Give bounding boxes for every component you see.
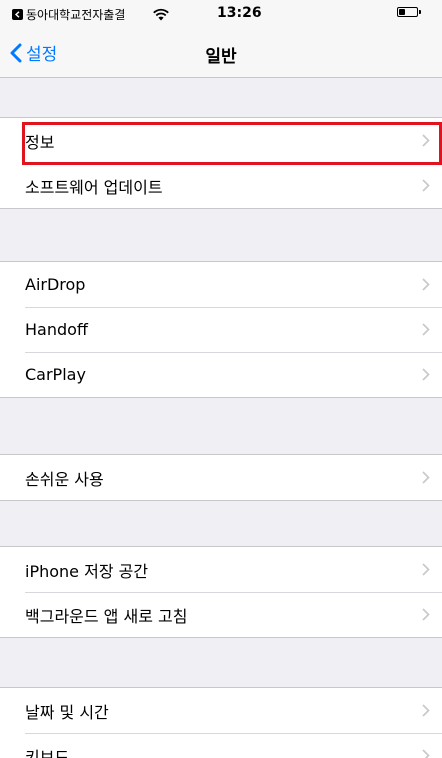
row-iphone-storage[interactable]: iPhone 저장 공간 <box>0 547 442 592</box>
back-app-icon <box>12 9 23 20</box>
row-label: CarPlay <box>25 365 86 384</box>
chevron-right-icon <box>422 471 430 484</box>
section-about-update: 정보 소프트웨어 업데이트 <box>0 117 442 209</box>
chevron-right-icon <box>422 704 430 717</box>
battery-icon <box>397 7 418 17</box>
battery-tip <box>419 10 421 14</box>
row-date-time[interactable]: 날짜 및 시간 <box>0 688 442 733</box>
row-label: 날짜 및 시간 <box>25 702 109 722</box>
wifi-icon <box>152 6 170 25</box>
chevron-right-icon <box>422 179 430 192</box>
row-keyboard[interactable]: 키보드 <box>0 733 442 758</box>
status-time: 13:26 <box>217 5 262 21</box>
page-title: 일반 <box>205 47 237 67</box>
row-label: 정보 <box>25 132 55 152</box>
row-about[interactable]: 정보 <box>0 118 442 163</box>
general-settings-screen: 동아대학교전자출결 13:26 설정 일반 정보 소프트웨어 업데이트 AirD… <box>0 0 442 758</box>
section-storage-background: iPhone 저장 공간 백그라운드 앱 새로 고침 <box>0 546 442 638</box>
back-app-label: 동아대학교전자출결 <box>26 8 126 22</box>
chevron-right-icon <box>422 134 430 147</box>
row-label: iPhone 저장 공간 <box>25 561 149 581</box>
section-connectivity: AirDrop Handoff CarPlay <box>0 261 442 398</box>
back-to-app-button[interactable]: 동아대학교전자출결 <box>12 6 125 23</box>
navigation-bar: 설정 일반 <box>0 28 442 78</box>
row-software-update[interactable]: 소프트웨어 업데이트 <box>0 163 442 208</box>
row-label: 키보드 <box>25 747 70 758</box>
row-accessibility[interactable]: 손쉬운 사용 <box>0 455 442 500</box>
section-accessibility: 손쉬운 사용 <box>0 454 442 501</box>
chevron-right-icon <box>422 368 430 381</box>
row-label: 백그라운드 앱 새로 고침 <box>25 606 188 626</box>
chevron-right-icon <box>422 563 430 576</box>
row-carplay[interactable]: CarPlay <box>0 352 442 397</box>
status-bar: 동아대학교전자출결 13:26 <box>0 0 442 28</box>
row-background-app-refresh[interactable]: 백그라운드 앱 새로 고침 <box>0 592 442 637</box>
row-label: AirDrop <box>25 275 86 294</box>
chevron-right-icon <box>422 278 430 291</box>
chevron-right-icon <box>422 323 430 336</box>
row-airdrop[interactable]: AirDrop <box>0 262 442 307</box>
row-label: 소프트웨어 업데이트 <box>25 177 163 197</box>
row-handoff[interactable]: Handoff <box>0 307 442 352</box>
section-date-keyboard: 날짜 및 시간 키보드 <box>0 687 442 758</box>
row-label: 손쉬운 사용 <box>25 469 104 489</box>
row-label: Handoff <box>25 320 88 339</box>
chevron-right-icon <box>422 608 430 621</box>
chevron-right-icon <box>422 749 430 758</box>
